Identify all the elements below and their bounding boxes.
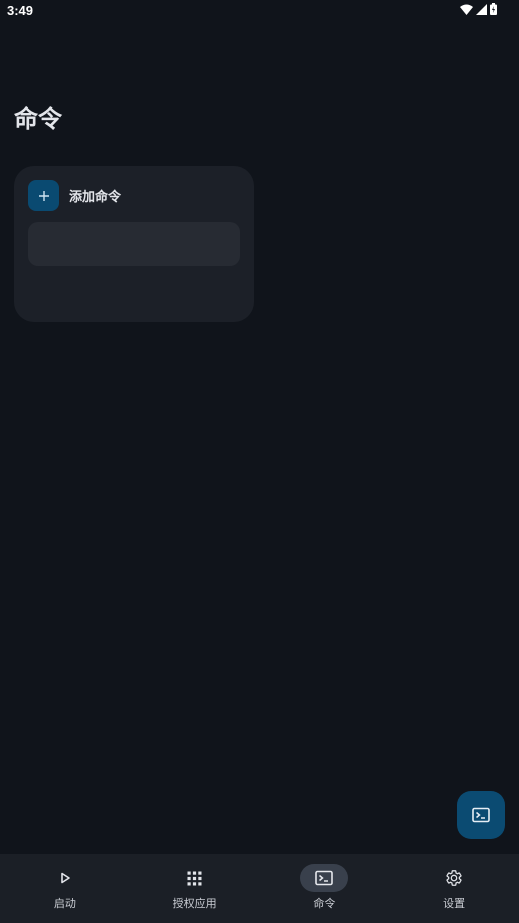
signal-icon — [476, 3, 487, 15]
terminal-icon — [472, 807, 490, 823]
nav-item-authorized-apps[interactable]: 授权应用 — [130, 854, 260, 923]
add-command-button[interactable] — [28, 180, 59, 211]
command-input[interactable] — [28, 222, 240, 266]
gear-icon — [446, 870, 462, 886]
apps-grid-icon — [187, 871, 202, 885]
terminal-fab[interactable] — [457, 791, 505, 839]
add-command-label: 添加命令 — [69, 190, 122, 205]
command-card: 添加命令 — [14, 166, 254, 322]
nav-label: 设置 — [443, 897, 466, 910]
nav-pill — [430, 864, 478, 892]
add-command-row[interactable]: 添加命令 — [28, 180, 121, 211]
nav-label: 授权应用 — [172, 897, 217, 910]
battery-icon — [490, 3, 497, 15]
nav-item-settings[interactable]: 设置 — [389, 854, 519, 923]
play-icon — [61, 872, 70, 884]
status-time: 3:49 — [7, 3, 34, 18]
plus-icon — [38, 190, 49, 201]
nav-item-start[interactable]: 启动 — [0, 854, 130, 923]
nav-pill-active — [300, 864, 349, 892]
status-icons — [460, 3, 497, 15]
bottom-navigation: 启动 授权应用 命令 设置 — [0, 854, 519, 923]
nav-pill — [171, 864, 219, 892]
nav-label: 命令 — [313, 897, 336, 910]
terminal-icon — [315, 870, 334, 886]
nav-pill — [41, 864, 89, 892]
nav-label: 启动 — [53, 897, 76, 910]
status-bar: 3:49 — [0, 0, 519, 22]
page-title: 命令 — [14, 105, 62, 133]
nav-item-commands[interactable]: 命令 — [260, 854, 390, 923]
wifi-icon — [460, 4, 473, 15]
